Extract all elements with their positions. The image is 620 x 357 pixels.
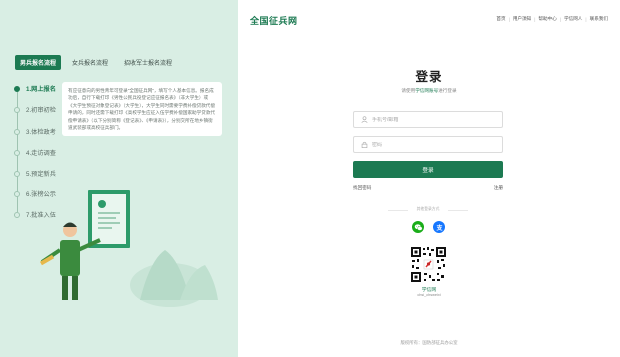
step-label: 2.初审初检 bbox=[26, 107, 56, 114]
page: 男兵报名流程 女兵报名流程 招收军士报名流程 1.网上报名 2.初审初检 3.体… bbox=[0, 0, 620, 357]
tab-female-process[interactable]: 女兵报名流程 bbox=[67, 55, 113, 70]
nav-user-notice[interactable]: 用户須知 bbox=[513, 16, 531, 22]
subtitle-highlight: 学信网账号 bbox=[415, 88, 439, 93]
subtitle-suffix: 进行登录 bbox=[438, 88, 457, 93]
qr-account-name: 学信网 bbox=[421, 288, 437, 293]
step-dot bbox=[14, 128, 20, 135]
lock-icon bbox=[360, 141, 368, 149]
process-panel: 男兵报名流程 女兵报名流程 招收军士报名流程 1.网上报名 2.初审初检 3.体… bbox=[0, 0, 238, 357]
step-dot bbox=[14, 211, 20, 218]
step-preselect[interactable]: 5.预定新兵 bbox=[14, 169, 56, 178]
phone-input[interactable] bbox=[372, 116, 492, 123]
step-initial-check[interactable]: 2.初审初检 bbox=[14, 105, 56, 114]
step-dot bbox=[14, 85, 20, 92]
step-dot bbox=[14, 149, 20, 156]
login-button[interactable]: 登录 bbox=[353, 161, 503, 178]
step-dot bbox=[14, 106, 20, 113]
step-label: 4.走访调查 bbox=[26, 150, 56, 157]
subtitle-prefix: 请使用 bbox=[401, 88, 416, 93]
nav-chsi[interactable]: 学信网人 bbox=[564, 16, 582, 22]
alipay-login-button[interactable]: 支 bbox=[433, 221, 445, 233]
step-dot bbox=[14, 170, 20, 177]
tab-male-process[interactable]: 男兵报名流程 bbox=[15, 55, 62, 70]
step-online-registration[interactable]: 1.网上报名 bbox=[14, 84, 56, 93]
forgot-password-link[interactable]: 找回密码 bbox=[353, 185, 371, 191]
svg-text:支: 支 bbox=[435, 223, 443, 231]
footer-copyright: 版权所有：国防部征兵办公室 bbox=[400, 340, 458, 345]
password-field[interactable] bbox=[353, 136, 503, 153]
phone-field[interactable] bbox=[353, 111, 503, 128]
step-label: 5.预定新兵 bbox=[26, 171, 56, 178]
login-area: 全国征兵网 首页 | 用户須知 | 帮助中心 | 学信网人 | 联系我们 登录 … bbox=[238, 0, 620, 357]
nav-home[interactable]: 首页 bbox=[496, 16, 505, 22]
step-physical-exam[interactable]: 3.体检政考 bbox=[14, 127, 56, 136]
password-input[interactable] bbox=[372, 141, 492, 148]
nav-separator: | bbox=[534, 16, 536, 22]
nav-help-center[interactable]: 帮助中心 bbox=[538, 16, 556, 22]
register-link[interactable]: 注册 bbox=[490, 185, 503, 191]
wechat-icon bbox=[414, 223, 422, 231]
step-label: 1.网上报名 bbox=[26, 86, 56, 93]
nav-separator: | bbox=[508, 16, 510, 22]
step-label: 3.体检政考 bbox=[26, 129, 56, 136]
site-logo[interactable]: 全国征兵网 bbox=[250, 14, 298, 27]
step-description: 有应征意向的男性青年可登录"全国征兵网"，填写个人基本信息。报名成功后，自行下载… bbox=[62, 82, 222, 137]
nav-separator: | bbox=[585, 16, 587, 22]
top-nav: 首页 | 用户須知 | 帮助中心 | 学信网人 | 联系我们 bbox=[496, 16, 608, 22]
soldier-illustration bbox=[40, 190, 218, 307]
alipay-icon: 支 bbox=[435, 223, 443, 231]
qr-account-id: chsi_chsweixi bbox=[417, 293, 441, 297]
other-login-label: 其他登录方式 bbox=[408, 207, 448, 212]
login-title: 登录 bbox=[415, 70, 443, 84]
login-subtitle: 请使用学信网账号进行登录 bbox=[238, 88, 620, 94]
step-dot bbox=[14, 190, 20, 197]
step-investigation[interactable]: 4.走访调查 bbox=[14, 148, 56, 157]
qr-code-icon bbox=[410, 246, 447, 283]
nav-contact[interactable]: 联系我们 bbox=[590, 16, 608, 22]
wechat-login-button[interactable] bbox=[412, 221, 424, 233]
tab-nco-process[interactable]: 招收军士报名流程 bbox=[119, 55, 177, 70]
process-tabs: 男兵报名流程 女兵报名流程 招收军士报名流程 bbox=[15, 55, 177, 70]
nav-separator: | bbox=[559, 16, 562, 22]
user-icon bbox=[360, 116, 368, 124]
